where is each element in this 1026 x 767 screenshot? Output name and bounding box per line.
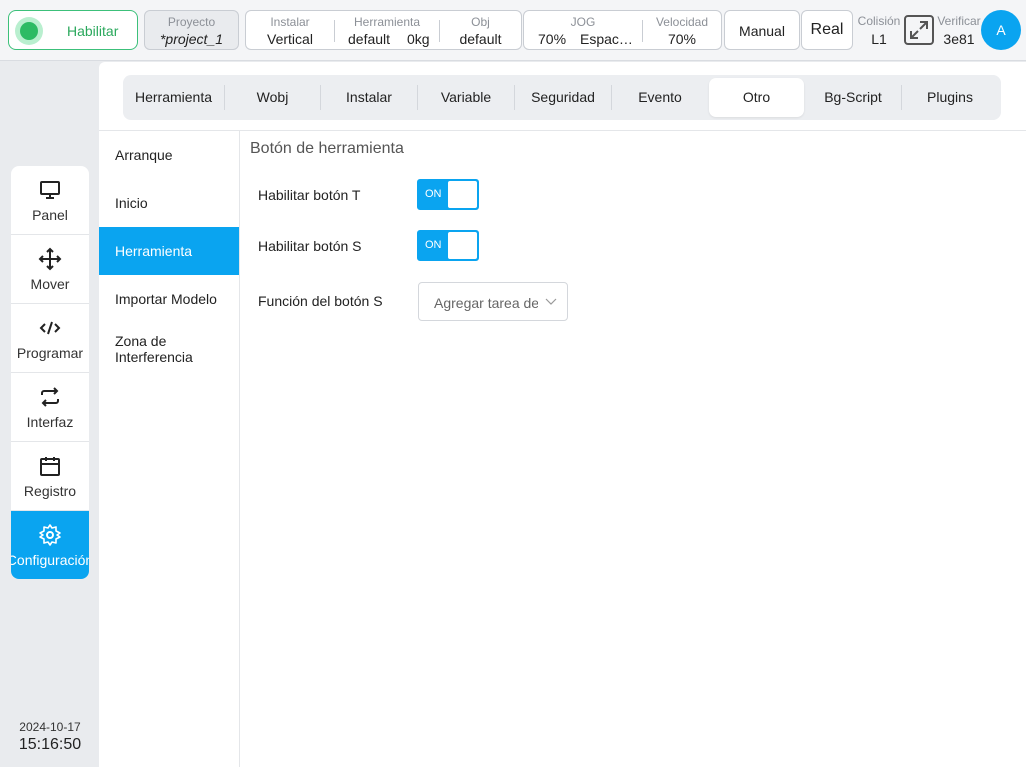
subnav-label: Arranque [115,147,173,163]
nav-item-panel[interactable]: Panel [11,166,89,235]
tab-bg-script[interactable]: Bg-Script [805,75,901,120]
time-text: 15:16:50 [18,736,82,753]
toggle-knob [448,232,477,259]
fullscreen-icon[interactable] [904,15,934,45]
swap-icon [41,387,59,407]
velocity-segment[interactable]: Velocidad 70% [643,11,721,49]
tab-variable[interactable]: Variable [418,75,514,120]
subnav-item-inicio[interactable]: Inicio [99,179,239,227]
subnav-item-importar-modelo[interactable]: Importar Modelo [99,275,239,323]
code-icon [39,321,61,335]
nav-label: Panel [32,207,68,223]
obj-value: default [459,31,502,47]
gear-icon [39,524,61,546]
toggle-t-label: Habilitar botón T [258,187,361,203]
nav-item-settings[interactable]: Configuración [11,511,89,579]
nav-label: Programar [16,345,84,361]
collision-caption: Colisión [857,14,901,28]
settings-tabs: Herramienta Wobj Instalar Variable Segur… [123,75,1001,120]
tool-name: default [348,31,391,47]
s-function-select[interactable]: Agregar tarea de [418,282,568,321]
sub-navigation: Arranque Inicio Herramienta Importar Mod… [99,131,240,767]
user-avatar[interactable]: A [981,10,1021,50]
install-tool-obj-panel[interactable]: Instalar Vertical Herramienta default 0k… [245,10,522,50]
tab-evento[interactable]: Evento [612,75,708,120]
install-caption: Instalar [270,15,310,29]
nav-item-move[interactable]: Mover [11,235,89,304]
subnav-item-zona-interferencia[interactable]: Zona de Interferencia [99,323,239,379]
monitor-icon [40,181,60,199]
nav-item-program[interactable]: Programar [11,304,89,373]
s-function-label: Función del botón S [258,293,383,309]
subnav-label: Herramienta [115,243,193,259]
toggle-knob [448,181,477,208]
install-value: Vertical [267,31,313,47]
jog-space: Espac… [580,31,633,47]
subnav-item-herramienta[interactable]: Herramienta [99,227,239,275]
verify-caption: Verificar [937,14,981,28]
nav-label: Configuración [11,552,89,568]
tab-otro[interactable]: Otro [709,78,804,117]
subnav-item-arranque[interactable]: Arranque [99,131,239,179]
main-navigation: Panel Mover Programar Interfaz Registro … [11,166,89,579]
obj-caption: Obj [471,15,490,29]
real-label: Real [810,21,844,38]
tab-instalar[interactable]: Instalar [321,75,417,120]
toggle-s-label: Habilitar botón S [258,238,362,254]
obj-segment[interactable]: Obj default [440,11,521,49]
nav-item-log[interactable]: Registro [11,442,89,511]
real-button[interactable]: Real [801,10,853,50]
status-indicator-icon [15,17,43,45]
s-function-value: Agregar tarea de [434,295,538,311]
project-caption: Proyecto [167,15,216,29]
toggle-s-switch[interactable]: ON [417,230,479,261]
nav-item-interface[interactable]: Interfaz [11,373,89,442]
section-title: Botón de herramienta [250,140,404,157]
verify-value: 3e81 [943,31,975,47]
tab-wobj[interactable]: Wobj [225,75,320,120]
calendar-icon [40,457,60,476]
jog-caption: JOG [570,15,596,29]
tab-herramienta[interactable]: Herramienta [123,75,224,120]
mode-label: Manual [739,23,785,39]
move-icon [38,247,62,271]
tool-weight: 0kg [407,31,430,47]
verify-checksum[interactable]: Verificar 3e81 [936,14,982,47]
install-segment[interactable]: Instalar Vertical [246,11,334,49]
nav-label: Interfaz [26,414,74,430]
tab-seguridad[interactable]: Seguridad [515,75,611,120]
settings-panel: Herramienta Wobj Instalar Variable Segur… [99,62,1026,767]
collision-level[interactable]: Colisión L1 [855,14,903,47]
tool-segment[interactable]: Herramienta default 0kg [335,11,439,49]
subnav-label: Importar Modelo [115,291,217,307]
system-clock: 2024-10-17 15:16:50 [0,720,100,754]
subnav-label: Inicio [115,195,148,211]
chevron-down-icon [545,298,557,305]
toggle-t-switch[interactable]: ON [417,179,479,210]
jog-segment[interactable]: JOG 70% Espac… [524,11,642,49]
date-text: 2024-10-17 [19,720,81,734]
project-name: *project_1 [159,31,224,47]
enable-label: Habilitar [67,23,119,39]
jog-velocity-panel[interactable]: JOG 70% Espac… Velocidad 70% [523,10,722,50]
tab-plugins[interactable]: Plugins [902,75,998,120]
tool-caption: Herramienta [353,15,421,29]
jog-speed: 70% [538,31,567,47]
toggle-state: ON [425,188,442,200]
enable-button[interactable]: Habilitar [8,10,138,50]
velocity-value: 70% [667,31,697,47]
subnav-label: Zona de Interferencia [115,333,193,365]
project-selector[interactable]: Proyecto *project_1 [144,10,239,50]
collision-value: L1 [871,31,887,47]
nav-label: Mover [30,276,70,292]
nav-label: Registro [23,483,77,499]
mode-button[interactable]: Manual [724,10,800,50]
velocity-caption: Velocidad [655,15,709,29]
toggle-state: ON [425,239,442,251]
top-status-bar: Habilitar Proyecto *project_1 Instalar V… [0,0,1026,61]
